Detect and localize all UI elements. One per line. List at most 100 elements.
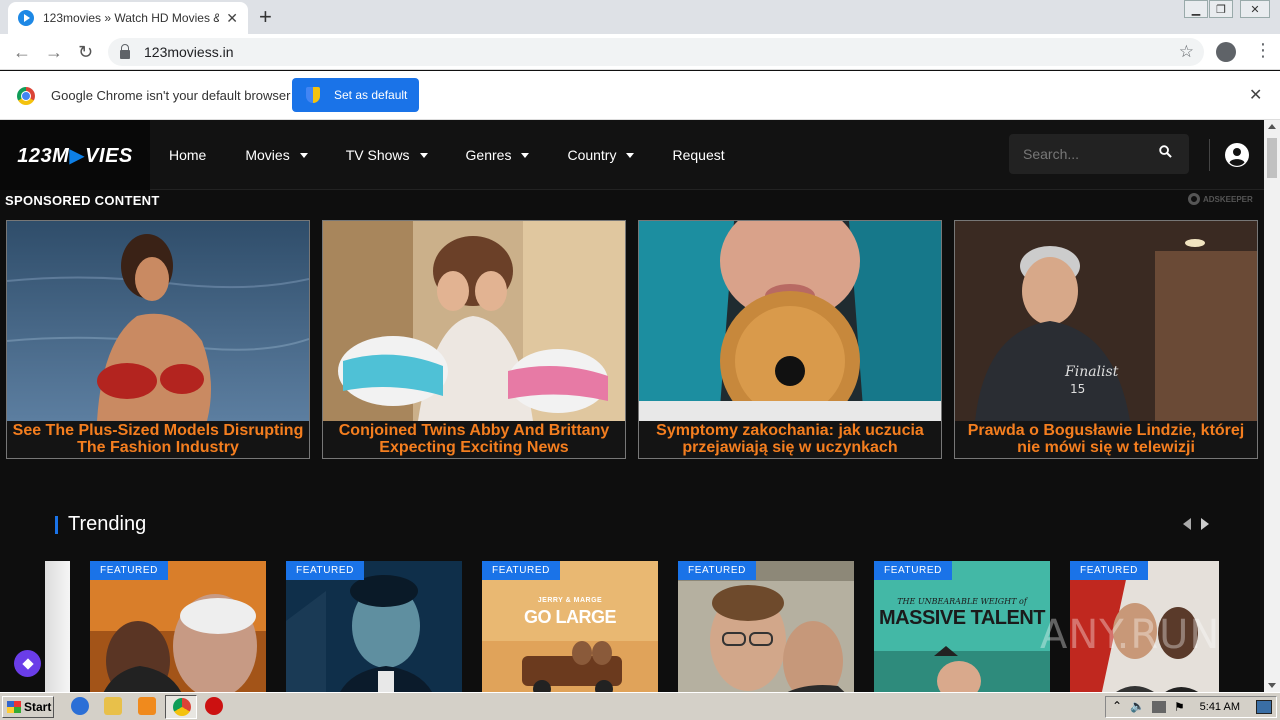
site-content: 123M▶VIES Home Movies TV Shows Genres Co… [0,120,1264,692]
tray-expand-icon[interactable]: ⌃ [1112,699,1122,713]
volume-icon[interactable]: 🔈 [1130,699,1145,713]
movie-poster[interactable]: FEATURED THE UNBEARABLE WEIGHT of MASSIV… [874,561,1050,692]
ad-image [7,221,309,421]
logo-play-icon: ▶ [69,144,86,167]
infobar-close-icon[interactable]: ✕ [1249,85,1262,105]
sponsored-ads: See The Plus-Sized Models Disrupting The… [0,220,1264,460]
ad-caption: Conjoined Twins Abby And Brittany Expect… [338,422,610,456]
back-arrow-icon[interactable]: ← [13,40,31,64]
taskbar-clock[interactable]: 5:41 AM [1200,701,1240,713]
lock-icon [120,43,130,59]
featured-badge: FEATURED [678,561,756,580]
header-divider [1209,139,1210,171]
nav-country-label: Country [567,147,617,163]
profile-avatar-icon[interactable] [1216,42,1236,62]
trending-heading: Trending [68,513,147,535]
chevron-down-icon [299,152,308,158]
logo-prefix: 123M [17,144,70,167]
taskbar-chrome-button[interactable] [165,695,197,719]
address-bar[interactable]: 123moviess.in ☆ [108,38,1204,66]
nav-movies-label: Movies [245,147,290,163]
chevron-down-icon [626,152,635,158]
poster-title: GO LARGE [523,607,617,627]
page-scrollbar[interactable] [1264,120,1280,692]
bookmark-star-icon[interactable]: ☆ [1179,42,1194,62]
forward-arrow-icon[interactable]: → [45,40,63,64]
ad-caption: Symptomy zakochania: jak uczucia przejaw… [656,422,924,456]
explorer-folder-icon[interactable] [104,697,122,715]
poster-partial[interactable] [45,561,70,692]
adskeeper-label: ADSKEEPER [1203,194,1253,204]
ad-card[interactable]: See The Plus-Sized Models Disrupting The… [6,220,310,459]
nav-tv-shows[interactable]: TV Shows [346,147,428,163]
opera-icon[interactable] [205,697,223,715]
windows-taskbar: Start ⌃ 🔈 ⚑ 5:41 AM [0,692,1280,720]
tab-close-icon[interactable]: ✕ [226,10,238,27]
site-favicon-icon [18,10,34,26]
chevron-down-icon [521,152,530,158]
nav-movies[interactable]: Movies [245,147,308,163]
adskeeper-logo[interactable]: ADSKEEPER [1188,193,1253,205]
scroll-thumb[interactable] [1267,138,1277,178]
new-tab-button[interactable]: + [259,6,272,28]
nav-country[interactable]: Country [567,147,635,163]
infobar-message: Google Chrome isn't your default browser [51,88,291,103]
nav-genres[interactable]: Genres [466,147,530,163]
reload-icon[interactable]: ↻ [78,40,93,64]
nav-home-label: Home [169,147,207,163]
start-button[interactable]: Start [2,696,54,718]
nav-request[interactable]: Request [672,147,724,163]
ad-card[interactable]: Conjoined Twins Abby And Brittany Expect… [322,220,626,459]
start-label: Start [24,700,52,714]
nav-request-label: Request [672,147,725,163]
shield-icon [306,87,320,103]
ad-image: Finalist 15 [955,221,1257,421]
default-browser-infobar: Google Chrome isn't your default browser… [0,71,1280,120]
windows-logo-icon [7,701,21,713]
scroll-up-icon[interactable] [1268,124,1276,129]
featured-badge: FEATURED [1070,561,1148,580]
ie-icon[interactable] [71,697,89,715]
menu-kebab-icon[interactable]: ⋮ [1254,40,1272,61]
url-text: 123moviess.in [144,44,234,60]
chevron-down-icon [419,152,428,158]
chrome-icon [173,698,191,716]
featured-badge: FEATURED [482,561,560,580]
ad-card[interactable]: Symptomy zakochania: jak uczucia przejaw… [638,220,942,459]
search-icon[interactable] [1159,145,1172,158]
poster-title: MASSIVE TALENT [879,607,1045,629]
site-header: 123M▶VIES Home Movies TV Shows Genres Co… [0,120,1264,190]
carousel-prev-icon[interactable] [1183,518,1191,530]
poster-subtitle: THE UNBEARABLE WEIGHT of [897,597,1027,606]
featured-badge: FEATURED [286,561,364,580]
browser-toolbar: ← → ↻ 123moviess.in ☆ ⋮ [0,34,1280,70]
browser-tab[interactable]: 123movies » Watch HD Movies & TV ✕ [8,2,248,34]
nav-home[interactable]: Home [169,147,206,163]
ad-card[interactable]: Finalist 15 Prawda o Bogusławie Lindzie,… [954,220,1258,459]
floating-assistant-button[interactable] [14,650,41,677]
media-player-icon[interactable] [138,697,156,715]
window-close-button[interactable]: ✕ [1240,0,1270,18]
tab-title: 123movies » Watch HD Movies & TV [43,11,219,25]
set-as-default-button[interactable]: Set as default [292,78,419,112]
show-desktop-icon[interactable] [1256,700,1272,714]
main-nav: Home Movies TV Shows Genres Country Requ… [169,120,725,190]
movie-poster[interactable]: FEATURED JERRY & MARGE GO LARGE [482,561,658,692]
movie-poster[interactable]: FEATURED [678,561,854,692]
site-logo[interactable]: 123M▶VIES [0,120,150,190]
scroll-down-icon[interactable] [1268,683,1276,688]
movie-poster[interactable]: FEATURED [90,561,266,692]
restore-button[interactable]: ❐ [1209,0,1233,18]
carousel-next-icon[interactable] [1201,518,1209,530]
minimize-button[interactable]: ▁ [1184,0,1208,18]
user-account-icon[interactable] [1225,143,1249,167]
flag-icon[interactable]: ⚑ [1174,700,1185,714]
featured-badge: FEATURED [874,561,952,580]
nav-tv-shows-label: TV Shows [345,147,410,163]
logo-suffix: VIES [85,144,133,167]
ad-caption: See The Plus-Sized Models Disrupting The… [12,422,304,456]
set-as-default-label: Set as default [334,88,408,102]
network-icon[interactable] [1152,701,1166,713]
nav-genres-label: Genres [465,147,512,163]
movie-poster[interactable]: FEATURED [286,561,462,692]
